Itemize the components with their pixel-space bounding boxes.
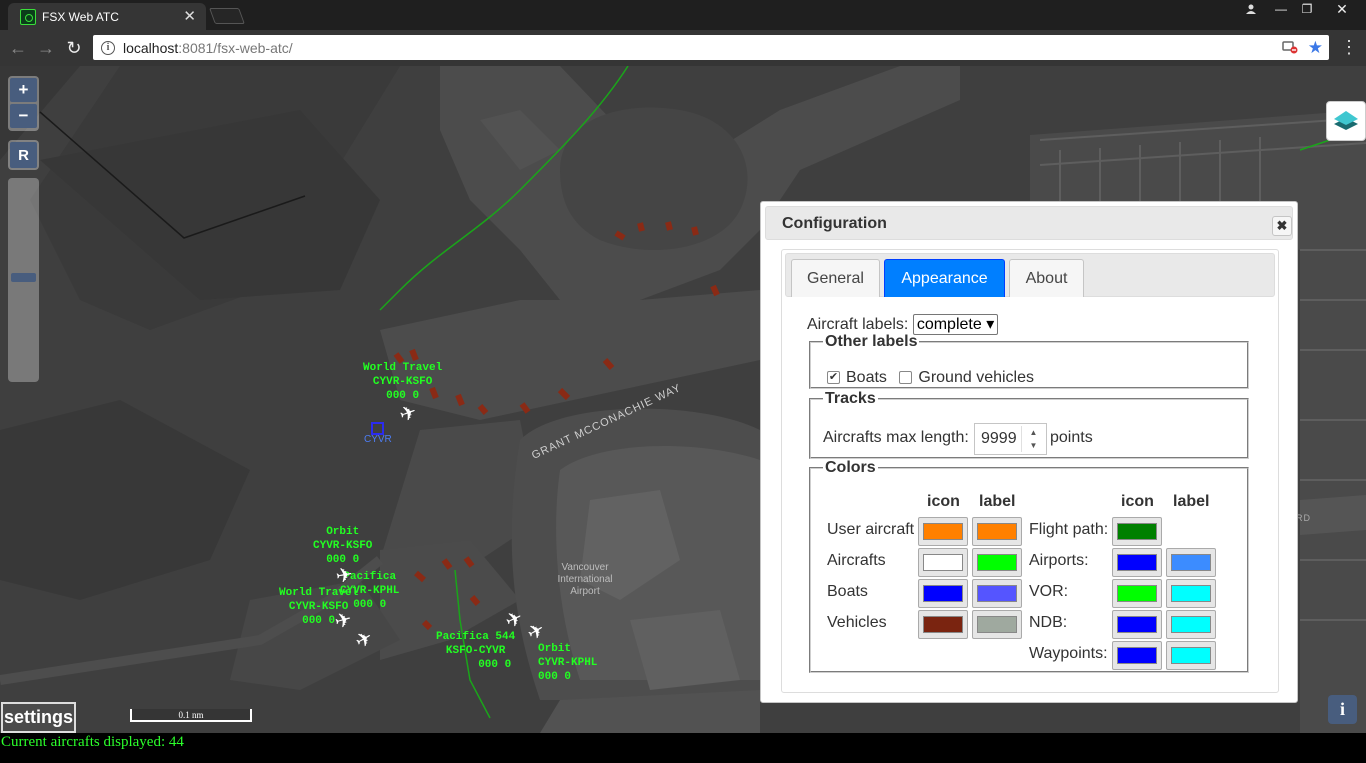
boats-checkbox[interactable]: ✔	[827, 371, 840, 385]
ndb-icon-color[interactable]	[1112, 610, 1162, 639]
waypoints-icon-color[interactable]	[1112, 641, 1162, 670]
status-bar: Current aircrafts displayed: 44	[0, 733, 1366, 763]
tab-title: FSX Web ATC	[42, 9, 119, 24]
ground-vehicles-label: Ground vehicles	[918, 369, 1034, 386]
new-tab-button[interactable]	[209, 8, 245, 24]
aircraft-label[interactable]: Orbit CYVR-KPHL 000 0	[538, 642, 597, 684]
user-aircraft-icon-color[interactable]	[918, 517, 968, 546]
reload-icon[interactable]: ↻	[62, 36, 86, 60]
close-tab-icon[interactable]: ✕	[183, 7, 196, 25]
reset-button[interactable]: R	[10, 142, 37, 168]
col-label-head-right: label	[1173, 493, 1210, 510]
scale-bar: 0.1 nm	[130, 709, 252, 722]
col-icon-head: icon	[927, 493, 960, 510]
flight-path-icon-color[interactable]	[1112, 517, 1162, 546]
colors-legend: Colors	[825, 459, 876, 476]
aircraft-label[interactable]: World Travel CYVR-KSFO 000 0	[363, 361, 442, 403]
user-aircraft-row-label: User aircraft	[827, 521, 915, 538]
waypoints-label-color[interactable]	[1166, 641, 1216, 670]
url-host: localhost	[123, 39, 179, 56]
restore-icon[interactable]: ❐	[1294, 0, 1320, 18]
tracks-fieldset: Tracks Aircrafts max length: 9999 ▲ ▼ poi…	[809, 390, 1249, 459]
boats-label: Boats	[846, 369, 887, 386]
dialog-titlebar[interactable]: Configuration ✖	[765, 206, 1293, 240]
flight-path-row-label: Flight path:	[1029, 521, 1109, 538]
aircraft-icon[interactable]: ✈	[334, 564, 354, 589]
vor-label-color[interactable]	[1166, 579, 1216, 608]
aircraft-labels-label: Aircraft labels:	[807, 316, 909, 333]
boats-label-color[interactable]	[972, 579, 1022, 608]
bookmark-star-icon[interactable]: ★	[1308, 38, 1323, 58]
max-length-label: Aircrafts max length:	[823, 429, 969, 446]
boats-row-label: Boats	[827, 583, 868, 600]
col-icon-head-right: icon	[1121, 493, 1154, 510]
tab-appearance[interactable]: Appearance	[884, 259, 1005, 297]
terminal-label: Vancouver International Airport	[557, 562, 613, 597]
dialog-title: Configuration	[782, 215, 887, 232]
zoom-slider-thumb[interactable]	[11, 273, 36, 282]
tracks-legend: Tracks	[825, 390, 876, 407]
url-path: :8081/fsx-web-atc/	[178, 39, 293, 56]
ground-vehicles-checkbox[interactable]	[899, 371, 913, 385]
boats-icon-color[interactable]	[918, 579, 968, 608]
reset-control: R	[8, 140, 39, 170]
road-label-right: RD	[1296, 513, 1311, 523]
airports-icon-color[interactable]	[1112, 548, 1162, 577]
vehicles-row-label: Vehicles	[827, 614, 887, 631]
configuration-dialog: Configuration ✖ General Appearance About…	[760, 201, 1298, 703]
settings-button[interactable]: settings	[1, 702, 76, 733]
aircraft-labels-row: Aircraft labels: complete ▾	[807, 314, 999, 335]
airport-label: CYVR	[364, 434, 392, 445]
zoom-out-button[interactable]: −	[10, 104, 37, 128]
tabs-container: General Appearance About Aircraft labels…	[781, 249, 1279, 693]
other-labels-fieldset: Other labels ✔ Boats Ground vehicles	[809, 333, 1249, 389]
aircrafts-row-label: Aircrafts	[827, 552, 886, 569]
layers-icon	[1334, 111, 1358, 130]
tab-general[interactable]: General	[791, 259, 880, 297]
vor-icon-color[interactable]	[1112, 579, 1162, 608]
airports-row-label: Airports:	[1029, 552, 1089, 569]
close-icon[interactable]: ✖	[1272, 216, 1292, 236]
waypoints-row-label: Waypoints:	[1029, 645, 1108, 662]
back-arrow-icon[interactable]: ←	[6, 36, 30, 60]
aircraft-labels-select[interactable]: complete ▾	[912, 314, 999, 335]
info-button[interactable]: i	[1328, 695, 1357, 724]
col-label-head: label	[979, 493, 1016, 510]
user-aircraft-label-color[interactable]	[972, 517, 1022, 546]
browser-tab-strip: FSX Web ATC ✕ — ❐ ✕	[0, 0, 1366, 30]
spinner-arrows-icon[interactable]: ▲ ▼	[1021, 426, 1045, 452]
vehicles-icon-color[interactable]	[918, 610, 968, 639]
browser-menu-icon[interactable]: ⋮	[1340, 37, 1358, 58]
colors-fieldset: Colors icon label icon label User aircra…	[809, 459, 1249, 673]
zoom-in-button[interactable]: +	[10, 78, 37, 102]
site-info-icon[interactable]: i	[101, 40, 115, 55]
max-length-input[interactable]: 9999 ▲ ▼	[974, 423, 1047, 455]
vor-row-label: VOR:	[1029, 583, 1069, 600]
zoom-control: + −	[8, 76, 39, 131]
airports-label-color[interactable]	[1166, 548, 1216, 577]
radar-icon	[20, 8, 36, 25]
aircraft-label[interactable]: Orbit CYVR-KSFO 000 0	[313, 525, 372, 567]
browser-tab[interactable]: FSX Web ATC ✕	[8, 3, 206, 30]
close-window-icon[interactable]: ✕	[1322, 0, 1362, 18]
tab-about[interactable]: About	[1009, 259, 1084, 297]
points-unit: points	[1050, 429, 1093, 446]
address-bar[interactable]: i localhost:8081/fsx-web-atc/ ★	[93, 35, 1329, 60]
ndb-row-label: NDB:	[1029, 614, 1068, 631]
tab-nav: General Appearance About	[785, 253, 1275, 297]
aircrafts-label-color[interactable]	[972, 548, 1022, 577]
zoom-slider[interactable]	[8, 178, 39, 382]
ndb-label-color[interactable]	[1166, 610, 1216, 639]
profile-icon[interactable]	[1238, 0, 1264, 18]
forward-arrow-icon[interactable]: →	[34, 36, 58, 60]
other-labels-legend: Other labels	[825, 333, 918, 350]
aircrafts-icon-color[interactable]	[918, 548, 968, 577]
minimize-icon[interactable]: —	[1268, 0, 1294, 18]
vehicles-label-color[interactable]	[972, 610, 1022, 639]
aircraft-label[interactable]: Pacifica 544 KSFO-CYVR 000 0	[436, 630, 515, 672]
layer-switcher-button[interactable]	[1326, 101, 1366, 141]
blocked-content-icon[interactable]	[1282, 40, 1298, 57]
